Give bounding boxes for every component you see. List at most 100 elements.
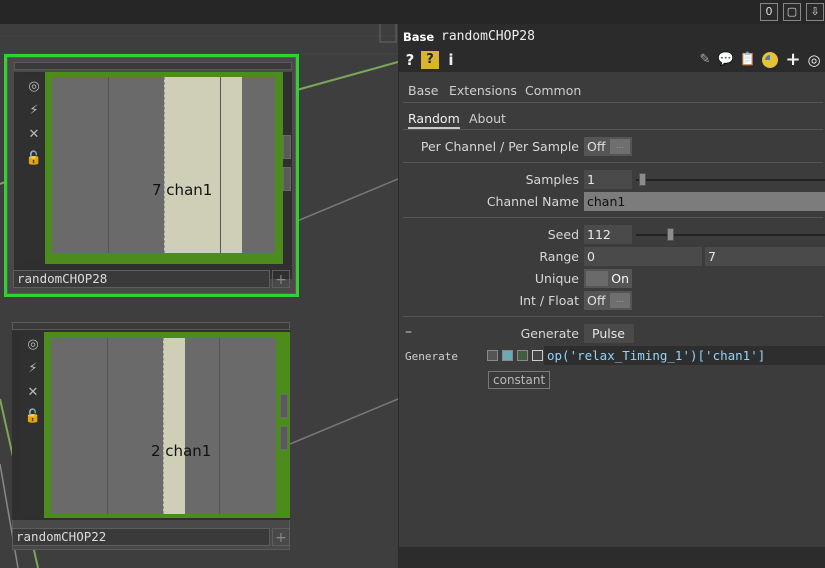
help-icon[interactable]: ? <box>403 51 417 69</box>
panel-title-bar: Base randomCHOP28 <box>399 24 825 48</box>
shortcut-0-button[interactable]: 0 <box>760 3 778 21</box>
panel-icon-bar: ? ? i ✎ 💬 📋 + ◎ <box>399 48 825 72</box>
generate-menu[interactable]: Pulse <box>584 324 634 343</box>
unique-value: On <box>611 271 629 286</box>
output-connector[interactable] <box>283 167 291 191</box>
comment-icon[interactable]: 💬 <box>717 51 735 69</box>
grid-line <box>108 77 109 253</box>
node-randomCHOP28[interactable]: ◎ ⚡ ✕ 🔓 7 chan1 randomCHOP28 + <box>4 54 299 297</box>
seed-slider-track[interactable] <box>636 234 825 236</box>
output-connector[interactable] <box>280 394 288 418</box>
add-icon[interactable]: + <box>272 528 290 546</box>
clipboard-icon[interactable]: 📋 <box>739 51 757 69</box>
samples-slider-track[interactable] <box>636 179 825 181</box>
grid-line <box>219 338 220 514</box>
wire <box>289 398 398 445</box>
pulse-icon[interactable]: ⚡ <box>24 360 42 378</box>
op-type-label: Base <box>403 30 435 44</box>
per-channel-value: Off <box>587 139 606 154</box>
node-toolbar: ◎ ⚡ ✕ 🔓 <box>22 332 44 518</box>
mode-bind-icon[interactable] <box>532 350 543 361</box>
channel-value: 2 chan1 <box>151 442 212 460</box>
node-toolbar: ◎ ⚡ ✕ 🔓 <box>23 74 45 260</box>
grid-line <box>107 338 108 514</box>
add-icon[interactable]: + <box>272 270 290 288</box>
time-marker <box>164 77 165 253</box>
seed-slider-knob[interactable] <box>667 228 674 241</box>
grid-line <box>220 77 221 253</box>
chop-viewer-canvas: 7 chan1 <box>52 77 275 253</box>
close-icon[interactable]: ✕ <box>24 384 42 402</box>
mode-expression-icon[interactable] <box>502 350 513 361</box>
tab-base[interactable]: Base <box>408 83 438 98</box>
tab-random[interactable]: Random <box>408 111 460 129</box>
unique-label: Unique <box>534 271 579 286</box>
python-help-icon[interactable]: ? <box>421 51 439 69</box>
seed-field[interactable]: 112 <box>584 225 632 244</box>
divider <box>403 129 823 130</box>
panel-bottom-bar <box>398 547 825 568</box>
divider <box>403 102 823 103</box>
int-float-label: Int / Float <box>519 293 579 308</box>
down-arrow-icon[interactable]: ⇩ <box>806 3 824 21</box>
divider <box>403 316 823 317</box>
pulse-region <box>164 77 242 253</box>
top-toolbar: 0 ▢ ⇩ <box>0 0 825 24</box>
chop-viewer-canvas: 2 chan1 <box>51 338 276 514</box>
tab-about[interactable]: About <box>469 111 506 126</box>
constant-value-box[interactable]: constant <box>488 371 551 389</box>
tab-extensions[interactable]: Extensions <box>449 83 517 98</box>
python-icon[interactable] <box>761 51 779 69</box>
target-icon[interactable]: ◎ <box>24 336 42 354</box>
per-channel-label: Per Channel / Per Sample <box>420 139 579 154</box>
output-connector[interactable] <box>283 135 291 159</box>
seed-label: Seed <box>547 227 579 242</box>
lock-icon[interactable]: 🔓 <box>24 408 42 426</box>
wire <box>289 178 398 225</box>
toggle-knob <box>586 271 608 286</box>
samples-slider-knob[interactable] <box>639 173 646 186</box>
range-min-field[interactable]: 0 <box>584 247 702 266</box>
network-editor[interactable]: ◎ ⚡ ✕ 🔓 7 chan1 randomCHOP28 + ◎ ⚡ ✕ 🔓 2… <box>0 24 398 568</box>
range-label: Range <box>539 249 579 264</box>
node-top-strip <box>14 62 292 70</box>
channel-name-label: Channel Name <box>486 194 579 209</box>
mode-constant-icon[interactable] <box>487 350 498 361</box>
output-connector[interactable] <box>280 426 288 450</box>
info-icon[interactable]: i <box>445 51 457 69</box>
mode-export-icon[interactable] <box>517 350 528 361</box>
channel-value: 7 chan1 <box>152 181 213 199</box>
generate-label: Generate <box>520 326 579 341</box>
window-icon[interactable]: ▢ <box>783 3 801 21</box>
int-float-value: Off <box>587 293 606 308</box>
node-randomCHOP22[interactable]: ◎ ⚡ ✕ 🔓 2 chan1 randomCHOP22 + <box>12 322 290 550</box>
samples-label: Samples <box>525 172 579 187</box>
lock-icon[interactable]: 🔓 <box>25 150 43 168</box>
op-name[interactable]: randomCHOP28 <box>441 29 535 44</box>
tab-common[interactable]: Common <box>525 83 581 98</box>
int-float-menu-button[interactable]: ... <box>610 293 630 308</box>
add-icon[interactable]: + <box>785 51 801 69</box>
pulse-icon[interactable]: ⚡ <box>25 102 43 120</box>
per-channel-menu-button[interactable]: ... <box>610 139 630 154</box>
node-name-label[interactable]: randomCHOP22 <box>12 528 270 546</box>
pulse-region <box>163 338 185 514</box>
parameter-panel: Base randomCHOP28 ? ? i ✎ 💬 📋 + ◎ Base E… <box>398 24 825 568</box>
edit-icon[interactable]: ✎ <box>697 51 713 69</box>
target-icon[interactable]: ◎ <box>805 51 823 69</box>
unique-toggle[interactable]: On <box>584 269 632 288</box>
collapse-icon[interactable]: – <box>405 324 412 340</box>
range-max-field[interactable]: 7 <box>705 247 825 266</box>
samples-field[interactable]: 1 <box>584 170 632 189</box>
generate-expr-label: Generate <box>405 350 458 363</box>
per-channel-toggle[interactable]: Off ... <box>584 137 632 156</box>
channel-name-field[interactable]: chan1 <box>584 192 825 211</box>
divider <box>403 162 823 163</box>
node-name-label[interactable]: randomCHOP28 <box>13 270 270 288</box>
generate-expression-field[interactable]: op('relax_Timing_1')['chan1'] <box>544 346 825 365</box>
node-top-strip <box>12 322 290 330</box>
int-float-toggle[interactable]: Off ... <box>584 291 632 310</box>
close-icon[interactable]: ✕ <box>25 126 43 144</box>
target-icon[interactable]: ◎ <box>25 78 43 96</box>
divider <box>403 217 823 218</box>
